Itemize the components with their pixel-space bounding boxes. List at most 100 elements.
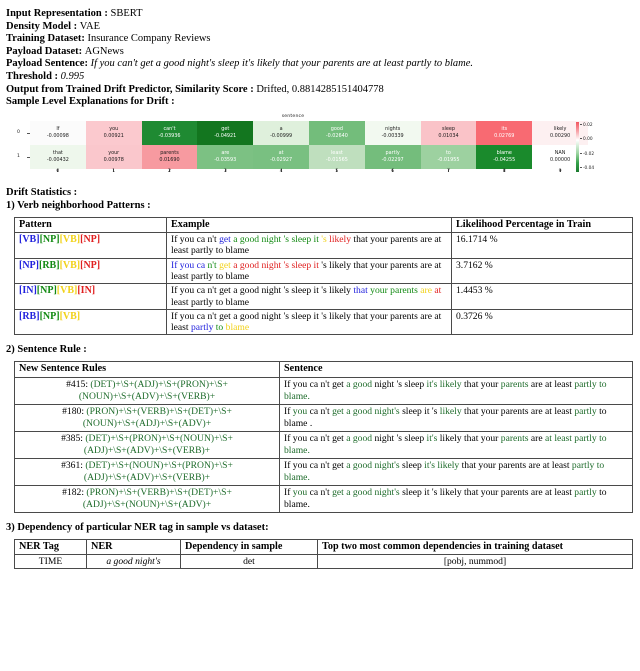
sentence-token: that your: [464, 378, 501, 390]
example-token: If you ca: [171, 259, 208, 271]
heatmap-xtick: 0: [56, 168, 60, 174]
heatmap-cell: least -0.01565: [308, 144, 365, 169]
table-header-row: New Sentence Rules Sentence: [14, 361, 633, 378]
heatmap-xtick: 5: [335, 168, 339, 174]
example-token: partly: [190, 322, 216, 334]
example-cell: If you ca n't get a good night 's sleep …: [166, 232, 452, 259]
col-dependency-in-sample: Dependency in sample: [180, 538, 318, 556]
rule-line: (ADJ)+\S+(ADV)+\S+(VERB)+: [18, 472, 276, 484]
sentence-token: you: [292, 405, 310, 417]
table-row: #182: (PRON)+\S+(VERB)+\S+(DET)+\S+ (ADJ)…: [14, 484, 633, 513]
example-token: If you ca n't: [171, 234, 220, 246]
heatmap-xtick-labels: 0123456789: [30, 169, 588, 174]
sentence-token: a good: [346, 432, 375, 444]
heatmap-cell-value: -0.01565: [325, 156, 348, 163]
sentence-token: sleep: [402, 459, 425, 471]
colorbar-tick: -0.02: [580, 152, 594, 157]
verb-patterns-table: Pattern Example Likelihood Percentage in…: [14, 216, 633, 336]
metadata-line: Payload Dataset: AGNews: [6, 46, 634, 59]
example-token: If you ca n't get a good night 's sleep …: [171, 285, 354, 297]
heatmap-cell: good -0.02640: [308, 120, 365, 145]
example-token: that: [353, 285, 371, 297]
heatmap-cell: If -0.00098: [30, 120, 86, 145]
heatmap-cell: at -0.02927: [253, 144, 309, 169]
heatmap-cell: blame -0.04255: [476, 144, 533, 169]
heatmap-xtick: 4: [279, 168, 283, 174]
heatmap-cell-value: 0.00290: [549, 132, 571, 139]
sentence-token: a good: [346, 378, 375, 390]
heatmap-cell-value: -0.01955: [437, 156, 460, 163]
pattern-tag: [IN]: [77, 285, 96, 297]
heatmap-cell-value: -0.00339: [381, 132, 404, 139]
sample-level-explanation-heatmap: sentence 0 1 If -0.00098 you 0.00921 can't -0…: [6, 114, 640, 186]
metadata-value: Drifted, 0.8814285151404778: [256, 83, 384, 95]
table-row: #180: (PRON)+\S+(VERB)+\S+(DET)+\S+ (NOUN…: [14, 403, 633, 432]
heatmap-cell: its 0.02769: [476, 120, 533, 145]
rule-sentence-cell: If you ca n't get a good night 's sleep …: [279, 430, 633, 459]
likelihood-cell: 16.1714 %: [451, 232, 633, 259]
pattern-tag: [NP]: [80, 234, 101, 246]
heatmap-cell-value: -0.03936: [158, 132, 181, 139]
sentence-token: it's likely: [426, 378, 464, 390]
metadata-value: SBERT: [110, 8, 143, 19]
sentence-rule-cell: #361: (DET)+\S+(NOUN)+\S+(PRON)+\S+ (ADJ)…: [14, 457, 280, 486]
heatmap-xtick: 2: [168, 168, 171, 174]
heatmap-cell: get -0.04921: [197, 120, 254, 145]
heatmap-cell: your 0.00978: [85, 144, 142, 169]
rule-id: #182:: [62, 486, 87, 498]
sentence-token: parents: [500, 432, 531, 444]
rule-pattern: (DET)+\S+(PRON)+\S+(NOUN)+\S+: [85, 432, 233, 444]
heatmap-xtick: 7: [447, 168, 450, 174]
heatmap-cell-value: 0.00978: [103, 156, 124, 163]
table-row: [NP][RB][VB][NP] If you ca n't get a good…: [14, 257, 633, 285]
pattern-cell: [VB][NP][VB][NP]: [14, 232, 167, 259]
colorbar-tick: 0.02: [580, 123, 593, 128]
metadata-value: 0.995: [60, 70, 85, 82]
ner-tag-cell: TIME: [14, 554, 87, 570]
sentence-token: If you ca n't get: [284, 459, 347, 471]
rule-id: #180:: [62, 405, 87, 417]
rule-line: #415: (DET)+\S+(ADJ)+\S+(PRON)+\S+: [18, 379, 276, 391]
example-token: likely: [329, 234, 352, 246]
heatmap-cell: parents 0.01690: [141, 144, 198, 169]
sentence-token: ca n't: [309, 486, 333, 498]
dependency-cell: det: [180, 554, 318, 570]
pattern-tag: [RB]: [19, 310, 40, 322]
heatmap-ytick-0: 0: [17, 129, 20, 135]
col-ner-tag: NER Tag: [14, 538, 87, 556]
example-token: a good night 's sleep it: [233, 259, 319, 271]
metadata-line: Density Model : VAE: [6, 21, 634, 34]
sentence-token: partly: [574, 405, 600, 417]
verb-patterns-heading: 1) Verb neighborhood Patterns :: [6, 199, 151, 211]
pattern-tag: [VB]: [59, 310, 81, 322]
sentence-token: If you ca n't get: [284, 432, 347, 444]
table-row: #415: (DET)+\S+(ADJ)+\S+(PRON)+\S+ (NOUN)…: [14, 376, 633, 405]
table-header-row: NER Tag NER Dependency in sample Top two…: [14, 538, 633, 556]
sentence-token: likely: [439, 405, 465, 417]
heatmap-cell-value: -0.00098: [46, 132, 69, 139]
example-token: get: [219, 259, 234, 271]
col-new-sentence-rules: New Sentence Rules: [14, 361, 280, 378]
example-token: a good night 's sleep it: [233, 234, 322, 246]
heatmap-cell-value: -0.04921: [214, 132, 237, 139]
heatmap-cell: partly -0.02297: [364, 144, 421, 169]
sentence-rule-heading: 2) Sentence Rule :: [6, 344, 87, 356]
colorbar-gradient: [576, 121, 579, 172]
sentence-rule-cell: #415: (DET)+\S+(ADJ)+\S+(PRON)+\S+ (NOUN)…: [14, 376, 280, 405]
metadata-line: Sample Level Explanations for Drift :: [6, 96, 634, 109]
sentence-token: night 's sleep: [374, 378, 427, 390]
pattern-tag: [NP]: [36, 285, 57, 297]
col-example: Example: [166, 216, 452, 234]
pattern-tag: [IN]: [19, 285, 37, 297]
example-token: blame: [225, 322, 250, 334]
heatmap-xtick: 3: [223, 168, 227, 174]
rule-line: #385: (DET)+\S+(PRON)+\S+(NOUN)+\S+: [18, 433, 276, 445]
heatmap-cell-value: -0.02927: [270, 156, 293, 163]
top-dependencies-cell: [pobj, nummod]: [317, 554, 633, 570]
table-row: TIME a good night's det [pobj, nummod]: [14, 554, 633, 570]
heatmap-title: sentence: [281, 113, 305, 119]
drift-statistics-heading: Drift Statistics :: [6, 186, 78, 198]
rule-sentence-cell: If you ca n't get a good night 's sleep …: [279, 376, 633, 405]
heatmap-cell: sleep 0.01034: [420, 120, 477, 145]
sentence-token: get a good night's: [332, 486, 403, 498]
